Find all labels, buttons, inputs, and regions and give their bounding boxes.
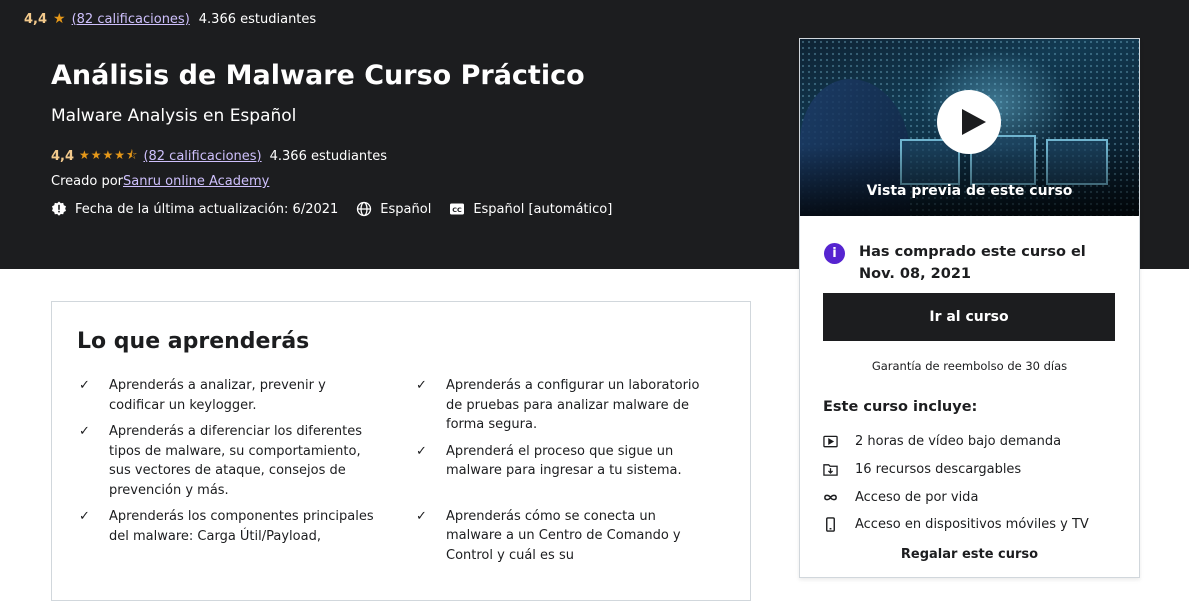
star-icon: ★ bbox=[53, 11, 66, 27]
captions-text: Español [automático] bbox=[473, 201, 613, 217]
learn-item: ✓ Aprenderás a diferenciar los diferentes… bbox=[77, 422, 377, 500]
captions: CC Español [automático] bbox=[449, 201, 612, 217]
learn-column-right: ✓ Aprenderás a configurar un laboratorio … bbox=[414, 376, 714, 572]
rating-value: 4,4 bbox=[51, 149, 75, 164]
mobile-icon bbox=[826, 517, 835, 533]
check-icon: ✓ bbox=[416, 508, 427, 524]
creator-line: Creado porSanru online Academy bbox=[51, 174, 269, 189]
globe-icon bbox=[357, 201, 372, 217]
created-by-label: Creado por bbox=[51, 174, 123, 189]
course-title: Análisis de Malware Curso Práctico bbox=[51, 60, 585, 91]
learn-title: Lo que aprenderás bbox=[77, 329, 310, 354]
check-icon: ✓ bbox=[416, 378, 427, 393]
last-update-text: Fecha de la última actualización: 6/2021 bbox=[75, 201, 339, 217]
play-icon[interactable] bbox=[937, 90, 1001, 154]
learn-item: ✓ Aprenderás a configurar un laboratorio … bbox=[414, 376, 714, 435]
includes-item: 2 horas de vídeo bajo demanda bbox=[823, 428, 1089, 456]
what-you-will-learn: Lo que aprenderás ✓ Aprenderás a analizar… bbox=[51, 301, 751, 601]
learn-item: ✓ Aprenderá el proceso que sigue un malwa… bbox=[414, 442, 714, 481]
includes-title: Este curso incluye: bbox=[823, 399, 978, 415]
includes-list: 2 horas de vídeo bajo demanda 16 recurso… bbox=[823, 428, 1089, 539]
alert-badge-icon bbox=[52, 201, 66, 216]
go-to-course-button[interactable]: Ir al curso bbox=[823, 293, 1115, 341]
includes-item: Acceso en dispositivos móviles y TV bbox=[823, 511, 1089, 539]
check-icon: ✓ bbox=[79, 424, 90, 439]
sticky-rating-value: 4,4 bbox=[24, 11, 48, 27]
sticky-header-bar: 4,4 ★ (82 calificaciones) 4.366 estudian… bbox=[0, 0, 1189, 38]
language-text: Español bbox=[380, 201, 432, 217]
info-icon: i bbox=[824, 243, 845, 264]
learn-item: ✓ Aprenderás a analizar, prevenir y codif… bbox=[77, 376, 377, 415]
svg-text:CC: CC bbox=[453, 206, 463, 214]
infinity-icon bbox=[824, 494, 837, 501]
check-icon: ✓ bbox=[79, 378, 90, 393]
sticky-students-count: 4.366 estudiantes bbox=[198, 11, 317, 27]
preview-label[interactable]: Vista previa de este curso bbox=[800, 183, 1139, 199]
students-count: 4.366 estudiantes bbox=[269, 149, 388, 164]
check-icon: ✓ bbox=[416, 443, 427, 459]
check-icon: ✓ bbox=[79, 509, 90, 524]
ratings-link[interactable]: (82 calificaciones) bbox=[143, 149, 261, 164]
gift-course-link[interactable]: Regalar este curso bbox=[800, 547, 1139, 562]
course-meta: Fecha de la última actualización: 6/2021… bbox=[51, 201, 622, 217]
last-update: Fecha de la última actualización: 6/2021 bbox=[51, 201, 338, 217]
learn-item: ✓ Aprenderás los componentes principales … bbox=[77, 507, 377, 546]
course-sidebar-card: Vista previa de este curso i Has comprad… bbox=[799, 38, 1140, 578]
preview-shade bbox=[800, 146, 1139, 216]
download-icon bbox=[823, 464, 838, 476]
video-icon bbox=[823, 436, 838, 448]
money-back-guarantee: Garantía de reembolso de 30 días bbox=[871, 359, 1068, 373]
includes-item: 16 recursos descargables bbox=[823, 456, 1089, 484]
language: Español bbox=[356, 201, 431, 217]
sticky-ratings-link[interactable]: (82 calificaciones) bbox=[72, 12, 190, 27]
creator-link[interactable]: Sanru online Academy bbox=[123, 174, 269, 189]
learn-item: ✓ Aprenderás cómo se conecta un malware a… bbox=[414, 507, 714, 566]
course-rating: 4,4 ★★★★⯪ (82 calificaciones) 4.366 estu… bbox=[51, 146, 387, 167]
course-preview[interactable]: Vista previa de este curso bbox=[800, 39, 1139, 216]
course-subtitle: Malware Analysis en Español bbox=[51, 106, 297, 126]
includes-item: Acceso de por vida bbox=[823, 483, 1089, 511]
purchased-text: Has comprado este curso el Nov. 08, 2021 bbox=[859, 244, 1086, 282]
closed-captions-icon: CC bbox=[450, 203, 465, 215]
stars-icon: ★★★★⯪ bbox=[79, 148, 139, 162]
learn-column-left: ✓ Aprenderás a analizar, prevenir y codif… bbox=[77, 376, 377, 553]
purchased-notice: i Has comprado este curso el Nov. 08, 20… bbox=[824, 241, 1124, 285]
